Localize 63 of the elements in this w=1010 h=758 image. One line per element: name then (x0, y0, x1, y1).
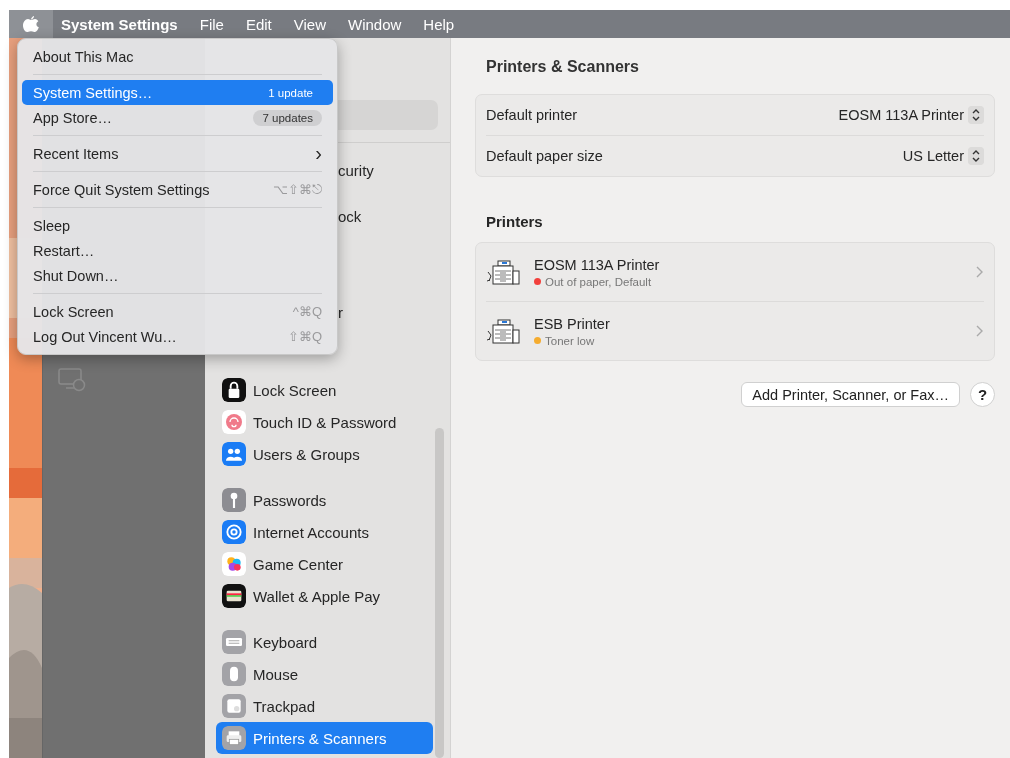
help-button[interactable]: ? (970, 382, 995, 407)
menu-item[interactable]: Force Quit System Settings ⌥⇧⌘⎋ (22, 177, 333, 202)
update-count: 7 updates (253, 109, 322, 126)
sidebar-item[interactable]: Mouse (216, 658, 433, 690)
sidebar-item-label[interactable]: r (338, 303, 343, 321)
menubar-item[interactable]: File (188, 15, 235, 33)
sidebar-item[interactable]: Users & Groups (216, 438, 433, 470)
app-menu[interactable]: System Settings (53, 15, 189, 33)
keyboard-shortcut: ^⌘Q (292, 304, 322, 319)
update-count: 1 update (267, 85, 314, 101)
menu-item[interactable]: Sleep (22, 213, 333, 238)
menu-item[interactable]: Shut Down… (22, 263, 333, 288)
keyboard-icon (222, 630, 246, 654)
sidebar-item-label[interactable]: curity (338, 161, 374, 179)
people-icon (222, 442, 246, 466)
sidebar-item[interactable]: Printers & Scanners (216, 722, 433, 754)
menu-item[interactable]: Recent Items › (22, 141, 333, 166)
sidebar-item[interactable]: Trackpad (216, 690, 433, 722)
sidebar-item[interactable]: Keyboard (216, 626, 433, 658)
menubar-item[interactable]: Window (337, 15, 413, 33)
apple-menu[interactable] (9, 10, 53, 38)
printer-icon (486, 317, 522, 345)
printer-row[interactable]: ESB Printer Toner low (486, 301, 984, 360)
sidebar-item[interactable]: Touch ID & Password (216, 406, 433, 438)
apple-icon (23, 15, 39, 33)
menu-item[interactable]: Log Out Vincent Wu… ⇧⌘Q (22, 324, 333, 349)
submenu-arrow: › (315, 142, 322, 165)
sidebar-item[interactable]: Wallet & Apple Pay (216, 580, 433, 612)
mouse-icon (222, 662, 246, 686)
monitor-icon (58, 368, 86, 392)
popup-menu[interactable]: EOSM 113A Printer (838, 106, 984, 124)
lock-icon (222, 378, 246, 402)
menu-item[interactable]: Lock Screen ^⌘Q (22, 299, 333, 324)
key-icon (222, 488, 246, 512)
setting-label: Default printer (486, 107, 578, 123)
trackpad-icon (222, 694, 246, 718)
printer-icon (222, 726, 246, 750)
menu-item[interactable]: Restart… (22, 238, 333, 263)
keyboard-shortcut: ⌥⇧⌘⎋ (273, 181, 322, 198)
scrollbar[interactable] (435, 428, 444, 758)
page-title: Printers & Scanners (486, 58, 640, 76)
setting-label: Default paper size (486, 148, 603, 164)
menu-item[interactable]: System Settings… 1 update (22, 80, 333, 105)
sidebar-item[interactable]: Lock Screen (216, 374, 433, 406)
menubar-item[interactable]: View (282, 15, 337, 33)
sidebar-item[interactable]: Internet Accounts (216, 516, 433, 548)
chevron-icon (976, 266, 984, 278)
wallet-icon (222, 584, 246, 608)
keyboard-shortcut: ⇧⌘Q (287, 329, 322, 344)
printer-icon (486, 258, 522, 286)
menubar-item[interactable]: Edit (234, 15, 283, 33)
menu-item[interactable]: App Store… 7 updates (22, 105, 333, 130)
sidebar-item[interactable]: Passwords (216, 484, 433, 516)
printer-row[interactable]: EOSM 113A Printer Out of paper, Default (486, 243, 984, 301)
bubbles-icon (222, 552, 246, 576)
add-printer-button[interactable]: Add Printer, Scanner, or Fax… (741, 382, 960, 407)
sidebar-item-label[interactable]: ock (338, 207, 362, 225)
section-heading: Printers (486, 213, 544, 230)
popup-menu[interactable]: US Letter (902, 147, 984, 165)
sidebar-item[interactable]: Game Center (216, 548, 433, 580)
chevron-icon (976, 325, 984, 337)
menu-item[interactable]: About This Mac (22, 44, 333, 69)
menubar-item[interactable]: Help (412, 15, 466, 33)
